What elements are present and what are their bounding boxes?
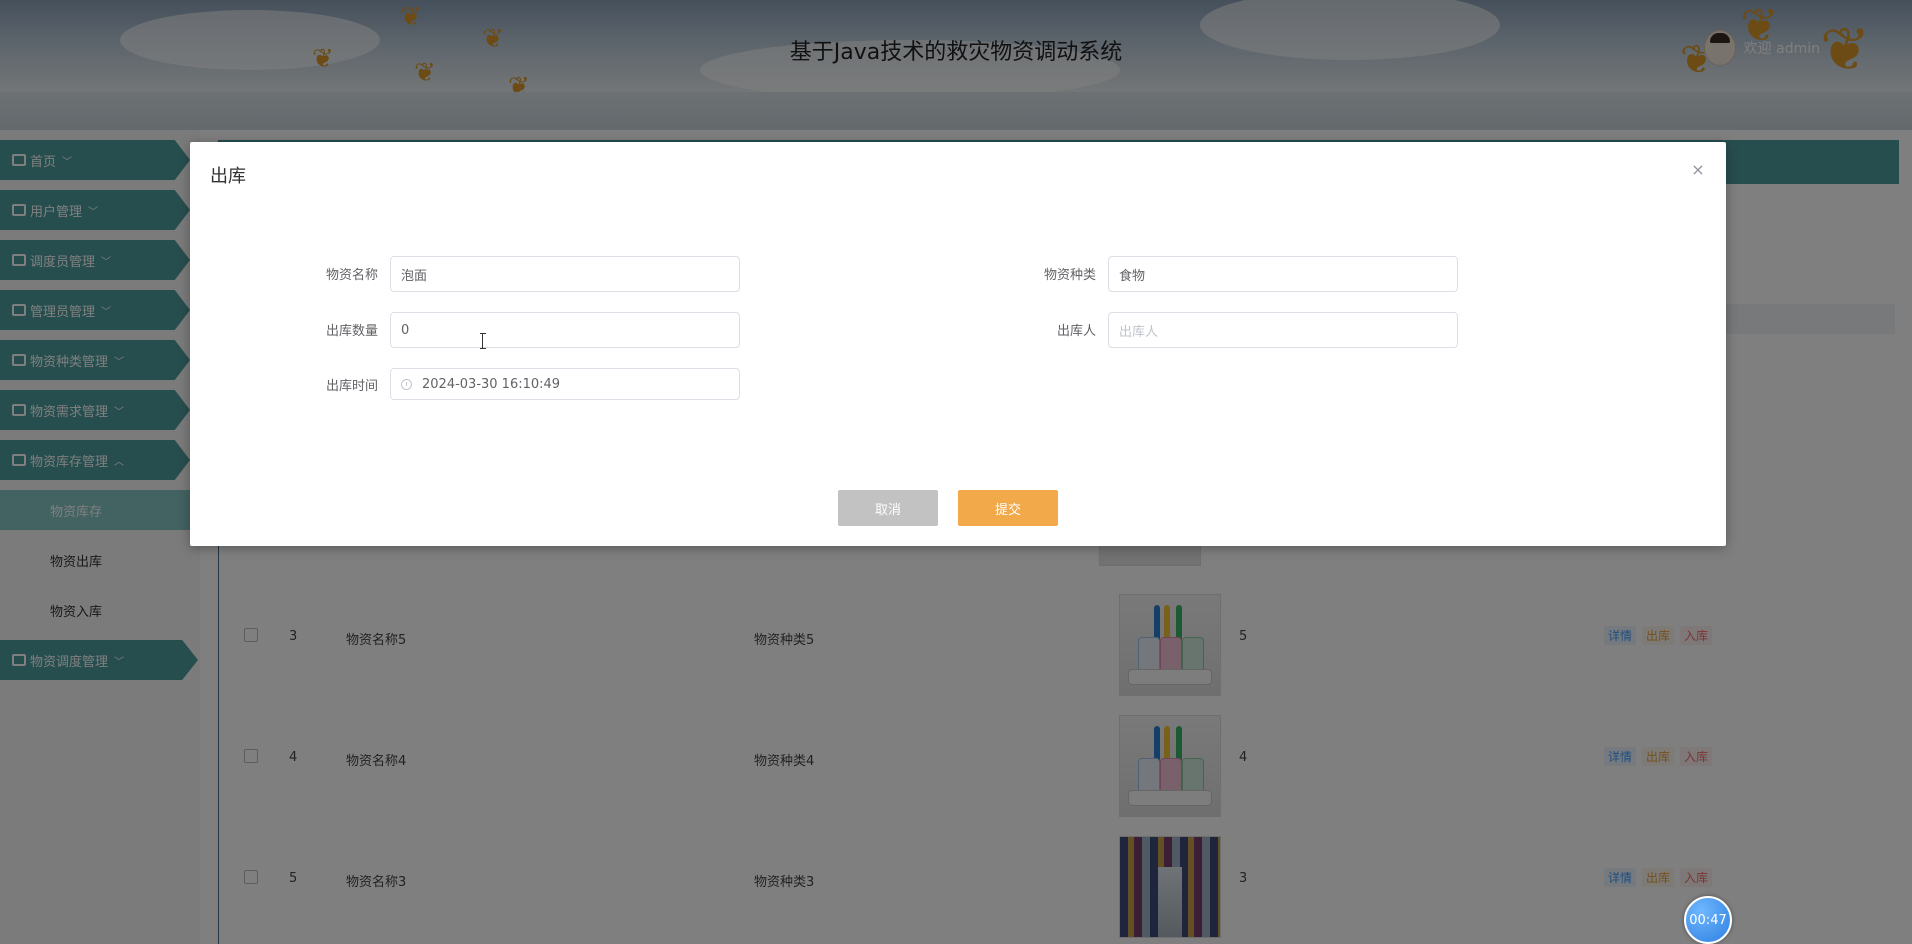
material-name-input[interactable]: 泡面 xyxy=(390,256,740,292)
material-name-label: 物资名称 xyxy=(325,268,378,283)
outbound-time-picker[interactable]: 2024-03-30 16:10:49 xyxy=(390,368,740,400)
outbound-person-label: 出库人 xyxy=(1056,324,1096,339)
outbound-time-value: 2024-03-30 16:10:49 xyxy=(422,376,561,392)
timer-badge[interactable]: 00:47 xyxy=(1684,896,1732,944)
material-category-input[interactable]: 食物 xyxy=(1108,256,1458,292)
material-category-label: 物资种类 xyxy=(1043,268,1096,283)
outbound-dialog: 出库 × 物资名称 泡面 物资种类 食物 出库数量 0 出库人 出库人 出库时间… xyxy=(190,142,1726,546)
close-icon[interactable]: × xyxy=(1690,162,1706,178)
submit-button[interactable]: 提交 xyxy=(958,490,1058,526)
outbound-person-input[interactable]: 出库人 xyxy=(1108,312,1458,348)
outbound-quantity-input[interactable]: 0 xyxy=(390,312,740,348)
dialog-title: 出库 xyxy=(210,166,246,187)
clock-icon xyxy=(401,378,412,390)
cancel-button[interactable]: 取消 xyxy=(838,490,938,526)
text-cursor-icon xyxy=(480,333,486,349)
outbound-time-label: 出库时间 xyxy=(325,379,378,394)
page: ❦ ❦ ❦ ❦ ❦ ❦ ❦ ❦ 基于Java技术的救灾物资调动系统 欢迎 adm… xyxy=(0,0,1912,944)
outbound-quantity-label: 出库数量 xyxy=(325,324,378,339)
